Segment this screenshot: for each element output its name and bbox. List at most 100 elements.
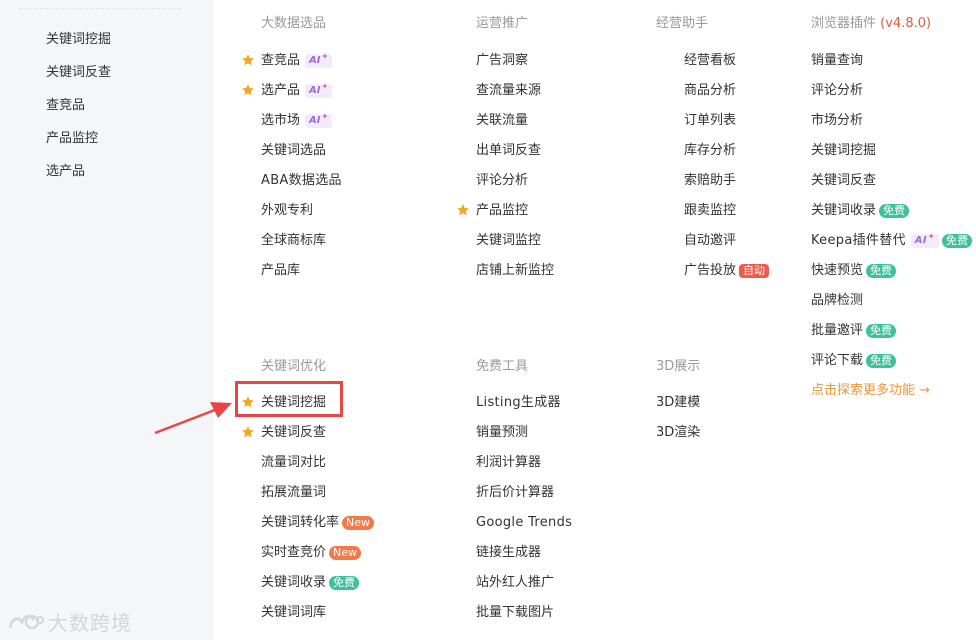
column-title-assistant: 经营助手: [656, 16, 709, 31]
menu-item-design-patent[interactable]: 外观专利: [261, 202, 313, 220]
menu-item-order-keyword[interactable]: 出单词反查: [476, 142, 541, 160]
menu-item-keyword-reverse[interactable]: 关键词反查: [261, 424, 326, 442]
menu-item-review-analysis[interactable]: 评论分析: [476, 172, 528, 190]
column-title-free-tools: 免费工具: [476, 359, 529, 374]
menu-item-label: 查竞品: [261, 53, 301, 68]
menu-item-brand-check[interactable]: 品牌检测: [811, 292, 863, 310]
plugin-version: (v4.8.0): [880, 16, 932, 31]
ai-badge-label: AI: [914, 235, 927, 246]
sparkle-icon: ✦: [927, 232, 935, 241]
menu-item-competitor[interactable]: 查竞品 AI✦: [261, 52, 333, 70]
ai-badge: AI✦: [305, 52, 333, 68]
menu-item-google-trends[interactable]: Google Trends: [476, 514, 572, 532]
star-icon: [242, 54, 254, 66]
sidebar-item-keyword-mining[interactable]: 关键词挖掘: [46, 28, 111, 47]
free-badge: 免费: [866, 354, 897, 368]
menu-item-product-monitor[interactable]: 产品监控: [476, 202, 528, 220]
free-badge: 免费: [866, 324, 897, 338]
menu-item-related-traffic[interactable]: 关联流量: [476, 112, 528, 130]
watermark-logo-icon: [8, 614, 44, 629]
sidebar-item-keyword-reverse[interactable]: 关键词反查: [46, 61, 111, 80]
menu-item-profit-calculator[interactable]: 利润计算器: [476, 454, 541, 472]
free-badge: 免费: [329, 576, 360, 590]
menu-item-plugin-keyword-mining[interactable]: 关键词挖掘: [811, 142, 876, 160]
menu-item-discount-calculator[interactable]: 折后价计算器: [476, 484, 554, 502]
column-title-keyword-opt: 关键词优化: [261, 359, 327, 374]
menu-item-batch-review[interactable]: 批量邀评 免费: [811, 322, 897, 340]
sidebar-item-product-select[interactable]: 选产品: [46, 160, 85, 179]
menu-item-inventory[interactable]: 库存分析: [684, 142, 736, 160]
menu-item-listing-generator[interactable]: Listing生成器: [476, 394, 561, 412]
new-badge: New: [342, 516, 375, 530]
menu-item-label: 关键词收录: [261, 575, 327, 590]
menu-item-keyword-library[interactable]: 关键词词库: [261, 604, 326, 622]
menu-item-product-library[interactable]: 产品库: [261, 262, 300, 280]
menu-item-auto-review[interactable]: 自动邀评: [684, 232, 736, 250]
menu-item-aba[interactable]: ABA数据选品: [261, 172, 342, 190]
menu-item-label: 选产品: [261, 83, 301, 98]
arrow-icon: [154, 402, 232, 435]
ai-badge-label: AI: [309, 85, 321, 96]
menu-item-ad-insight[interactable]: 广告洞察: [476, 52, 528, 70]
sidebar-item-product-monitor[interactable]: 产品监控: [46, 127, 98, 146]
menu-item-hijack-monitor[interactable]: 跟卖监控: [684, 202, 736, 220]
menu-item-traffic-compare[interactable]: 流量词对比: [261, 454, 326, 472]
plugin-title-label: 浏览器插件: [811, 16, 877, 31]
explore-more-link[interactable]: 点击探索更多功能 →: [811, 382, 930, 400]
auto-badge: 自动: [739, 264, 770, 278]
menu-item-trademark[interactable]: 全球商标库: [261, 232, 326, 250]
menu-item-plugin-keyword-reverse[interactable]: 关键词反查: [811, 172, 876, 190]
free-badge: 免费: [941, 234, 973, 248]
menu-item-quick-preview[interactable]: 快速预览 免费: [811, 262, 897, 280]
menu-item-label: 关键词收录: [811, 203, 877, 218]
menu-item-sales-forecast[interactable]: 销量预测: [476, 424, 528, 442]
ai-badge: AI✦: [305, 82, 333, 98]
menu-item-keyword-select[interactable]: 关键词选品: [261, 142, 326, 160]
ai-badge-label: AI: [309, 55, 321, 66]
menu-item-keepa-alternative[interactable]: Keepa插件替代 AI✦ 免费: [811, 232, 973, 250]
menu-item-select-product[interactable]: 选产品 AI✦: [261, 82, 333, 100]
column-title-big-data: 大数据选品: [261, 16, 327, 31]
menu-item-label: 批量邀评: [811, 323, 864, 338]
sidebar-divider: [20, 8, 180, 9]
free-badge: 免费: [866, 264, 897, 278]
star-icon: [242, 84, 254, 96]
menu-item-keyword-conversion[interactable]: 关键词转化率 New: [261, 514, 375, 532]
menu-item-keyword-monitor[interactable]: 关键词监控: [476, 232, 541, 250]
sparkle-icon: ✦: [321, 112, 329, 121]
menu-item-batch-images[interactable]: 批量下载图片: [476, 604, 554, 622]
watermark-text: 大数跨境: [48, 611, 132, 635]
watermark: 大数跨境: [8, 607, 132, 636]
menu-item-ad-placement[interactable]: 广告投放 自动: [684, 262, 770, 280]
menu-item-influencer[interactable]: 站外红人推广: [476, 574, 554, 592]
menu-item-label: 快速预览: [811, 263, 864, 278]
menu-item-label: 评论下载: [811, 353, 864, 368]
ai-badge: AI✦: [305, 112, 333, 128]
ai-badge-label: AI: [309, 115, 321, 126]
menu-item-label: 关键词转化率: [261, 515, 340, 530]
sparkle-icon: ✦: [321, 82, 329, 91]
menu-item-review-download[interactable]: 评论下载 免费: [811, 352, 897, 370]
menu-item-realtime-bid[interactable]: 实时查竞价 New: [261, 544, 362, 562]
menu-item-plugin-review-analysis[interactable]: 评论分析: [811, 82, 863, 100]
menu-item-dashboard[interactable]: 经营看板: [684, 52, 736, 70]
menu-item-3d-modeling[interactable]: 3D建模: [656, 394, 700, 412]
menu-item-market-analysis[interactable]: 市场分析: [811, 112, 863, 130]
menu-item-claims[interactable]: 索赔助手: [684, 172, 736, 190]
sidebar-item-competitor[interactable]: 查竞品: [46, 94, 85, 113]
menu-item-plugin-keyword-index[interactable]: 关键词收录 免费: [811, 202, 910, 220]
ai-badge: AI✦: [910, 232, 939, 248]
menu-item-label: 选市场: [261, 113, 301, 128]
menu-item-sales-query[interactable]: 销量查询: [811, 52, 863, 70]
menu-item-keyword-index[interactable]: 关键词收录 免费: [261, 574, 360, 592]
menu-item-order-list[interactable]: 订单列表: [684, 112, 736, 130]
column-title-3d: 3D展示: [656, 359, 701, 374]
menu-item-product-analysis[interactable]: 商品分析: [684, 82, 736, 100]
menu-item-3d-rendering[interactable]: 3D渲染: [656, 424, 700, 442]
menu-item-select-market[interactable]: 选市场 AI✦: [261, 112, 333, 130]
left-sidebar: 关键词挖掘 关键词反查 查竞品 产品监控 选产品 大数跨境: [0, 0, 213, 640]
menu-item-traffic-source[interactable]: 查流量来源: [476, 82, 541, 100]
menu-item-store-monitor[interactable]: 店铺上新监控: [476, 262, 554, 280]
menu-item-expand-traffic[interactable]: 拓展流量词: [261, 484, 326, 502]
menu-item-link-generator[interactable]: 链接生成器: [476, 544, 541, 562]
